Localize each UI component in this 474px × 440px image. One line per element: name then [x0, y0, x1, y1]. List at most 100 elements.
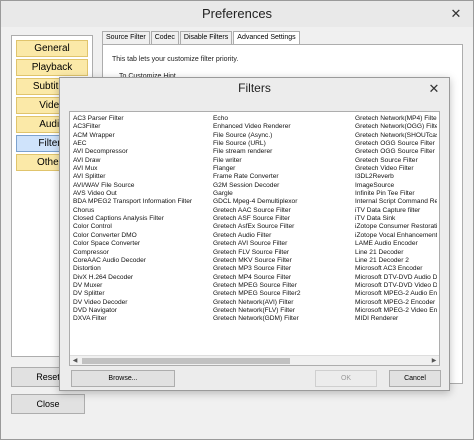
filter-item[interactable]: Gretech MP4 Source Filter	[213, 274, 353, 282]
filter-item[interactable]: DVD Navigator	[73, 307, 213, 315]
filter-item[interactable]: Gargle	[213, 190, 353, 198]
tab-advanced-settings[interactable]: Advanced Settings	[233, 31, 300, 45]
filter-item[interactable]: Gretech MP3 Source Filter	[213, 265, 353, 273]
filter-item[interactable]: File Source (URL)	[213, 140, 353, 148]
preferences-window: Preferences ✕ General Playback Subtitles…	[0, 0, 474, 440]
filter-item[interactable]: AEC	[73, 140, 213, 148]
filter-item[interactable]: Enhanced Video Renderer	[213, 123, 353, 131]
filter-item[interactable]: Gretech AsfEx Source Filter	[213, 223, 353, 231]
filter-item[interactable]: Gretech AAC Source Filter	[213, 207, 353, 215]
cancel-button[interactable]: Cancel	[389, 370, 441, 387]
filter-item[interactable]: AVI Mux	[73, 165, 213, 173]
filter-item[interactable]: Gretech FLV Source Filter	[213, 249, 353, 257]
filter-item[interactable]: G2M Session Decoder	[213, 182, 353, 190]
filter-item[interactable]: Microsoft DTV-DVD Video Decoder	[355, 282, 437, 290]
filter-item[interactable]: CoreAAC Audio Decoder	[73, 257, 213, 265]
filter-item[interactable]: LAME Audio Encoder	[355, 240, 437, 248]
filter-item[interactable]: AVI Decompressor	[73, 148, 213, 156]
close-icon[interactable]: ✕	[423, 81, 445, 97]
filter-item[interactable]: Color Control	[73, 223, 213, 231]
filter-item[interactable]: Line 21 Decoder 2	[355, 257, 437, 265]
scroll-right-icon[interactable]: ▶	[429, 356, 439, 365]
filter-item[interactable]: Infinite Pin Tee Filter	[355, 190, 437, 198]
filter-item[interactable]: iZotope Vocal Enhancement	[355, 232, 437, 240]
filter-item[interactable]: Gretech Audio Filter	[213, 232, 353, 240]
filter-item[interactable]: Gretech Source Filter	[355, 157, 437, 165]
filter-column-1: AC3 Parser Filter AC3Filter ACM Wrapper AEC…	[73, 115, 213, 324]
browse-button[interactable]: Browse...	[71, 370, 175, 387]
tab-codec[interactable]: Codec	[150, 31, 179, 44]
filter-item[interactable]: Gretech MPEG Source Filter	[213, 282, 353, 290]
filter-item[interactable]: AVI Splitter	[73, 173, 213, 181]
panel-description: This tab lets your customize filter prio…	[112, 56, 239, 63]
sidebar-item-playback[interactable]: Playback	[16, 59, 88, 76]
filter-item[interactable]: iTV Data Sink	[355, 215, 437, 223]
filter-item[interactable]: ImageSource	[355, 182, 437, 190]
filter-item[interactable]: MIDI Renderer	[355, 315, 437, 323]
sidebar-item-general[interactable]: General	[16, 40, 88, 57]
filter-item[interactable]: Gretech OGG Source Filter	[355, 140, 437, 148]
filter-item[interactable]: DV Muxer	[73, 282, 213, 290]
filter-item[interactable]: Gretech AVI Source Filter	[213, 240, 353, 248]
filter-item[interactable]: Microsoft MPEG-2 Encoder	[355, 299, 437, 307]
filter-item[interactable]: AVS Video Out	[73, 190, 213, 198]
filter-item[interactable]: iTV Data Capture filter	[355, 207, 437, 215]
filter-item[interactable]: Compressor	[73, 249, 213, 257]
filter-item[interactable]: Gretech Network(MP4) Filter	[355, 115, 437, 123]
tab-strip: Source Filter Codec Disable Filters Adva…	[102, 31, 301, 45]
filter-item[interactable]: Flanger	[213, 165, 353, 173]
filter-item[interactable]: File writer	[213, 157, 353, 165]
filter-item[interactable]: Gretech OGG Source Filter	[355, 148, 437, 156]
filter-item[interactable]: Gretech Network(FLV) Filter	[213, 307, 353, 315]
filter-item[interactable]: Color Converter DMO	[73, 232, 213, 240]
filter-item[interactable]: Gretech Network(SHOUTcast)	[355, 132, 437, 140]
filter-item[interactable]: Microsoft MPEG-2 Audio Encoder	[355, 290, 437, 298]
filter-item[interactable]: File Source (Async.)	[213, 132, 353, 140]
scroll-left-icon[interactable]: ◀	[70, 356, 80, 365]
filter-item[interactable]: AVI Draw	[73, 157, 213, 165]
tab-source-filter[interactable]: Source Filter	[102, 31, 150, 44]
tab-disable-filters[interactable]: Disable Filters	[179, 31, 233, 44]
title-bar: Preferences ✕	[1, 1, 473, 27]
filter-column-2: Echo Enhanced Video Renderer File Source (…	[213, 115, 353, 324]
filter-item[interactable]: Echo	[213, 115, 353, 123]
filter-item[interactable]: BDA MPEG2 Transport Information Filter	[73, 198, 213, 206]
filter-item[interactable]: Gretech Network(GDM) Filter	[213, 315, 353, 323]
filter-item[interactable]: Microsoft MPEG-2 Video Encoder	[355, 307, 437, 315]
filter-item[interactable]: DXVA Filter	[73, 315, 213, 323]
filter-item[interactable]: Internal Script Command Renderer	[355, 198, 437, 206]
filter-item[interactable]: GDCL Mpeg-4 Demultiplexor	[213, 198, 353, 206]
filter-item[interactable]: Closed Captions Analysis Filter	[73, 215, 213, 223]
filter-item[interactable]: ACM Wrapper	[73, 132, 213, 140]
filter-item[interactable]: Microsoft AC3 Encoder	[355, 265, 437, 273]
filter-item[interactable]: Color Space Converter	[73, 240, 213, 248]
filter-item[interactable]: I3DL2Reverb	[355, 173, 437, 181]
ok-button[interactable]: OK	[315, 370, 377, 387]
horizontal-scrollbar[interactable]: ◀ ▶	[70, 355, 439, 365]
filter-item[interactable]: Gretech Network(OGG) Filter	[355, 123, 437, 131]
close-button[interactable]: Close	[11, 394, 85, 414]
filter-item[interactable]: Gretech MPEG Source Filter2	[213, 290, 353, 298]
filter-item[interactable]: DV Video Decoder	[73, 299, 213, 307]
filter-item[interactable]: Gretech Network(AVI) Filter	[213, 299, 353, 307]
filter-item[interactable]: DV Splitter	[73, 290, 213, 298]
filter-item[interactable]: Distortion	[73, 265, 213, 273]
filter-item[interactable]: Line 21 Decoder	[355, 249, 437, 257]
filter-item[interactable]: Microsoft DTV-DVD Audio Decoder	[355, 274, 437, 282]
filter-item[interactable]: AC3 Parser Filter	[73, 115, 213, 123]
filter-item[interactable]: AVI/WAV File Source	[73, 182, 213, 190]
filter-item[interactable]: Gretech ASF Source Filter	[213, 215, 353, 223]
filter-item[interactable]: Gretech Video Filter	[355, 165, 437, 173]
filter-item[interactable]: Chorus	[73, 207, 213, 215]
filters-list[interactable]: AC3 Parser Filter AC3Filter ACM Wrapper AEC…	[69, 111, 440, 366]
filter-item[interactable]: AC3Filter	[73, 123, 213, 131]
filters-dialog: Filters ✕ AC3 Parser Filter AC3Filter ACM …	[59, 77, 450, 391]
scroll-thumb[interactable]	[82, 358, 290, 364]
filter-item[interactable]: iZotope Consumer Restoration	[355, 223, 437, 231]
close-icon[interactable]: ✕	[445, 5, 467, 22]
filter-item[interactable]: DivX H.264 Decoder	[73, 274, 213, 282]
filter-item[interactable]: Gretech MKV Source Filter	[213, 257, 353, 265]
window-title: Preferences	[201, 6, 273, 21]
filter-item[interactable]: File stream renderer	[213, 148, 353, 156]
filter-item[interactable]: Frame Rate Converter	[213, 173, 353, 181]
